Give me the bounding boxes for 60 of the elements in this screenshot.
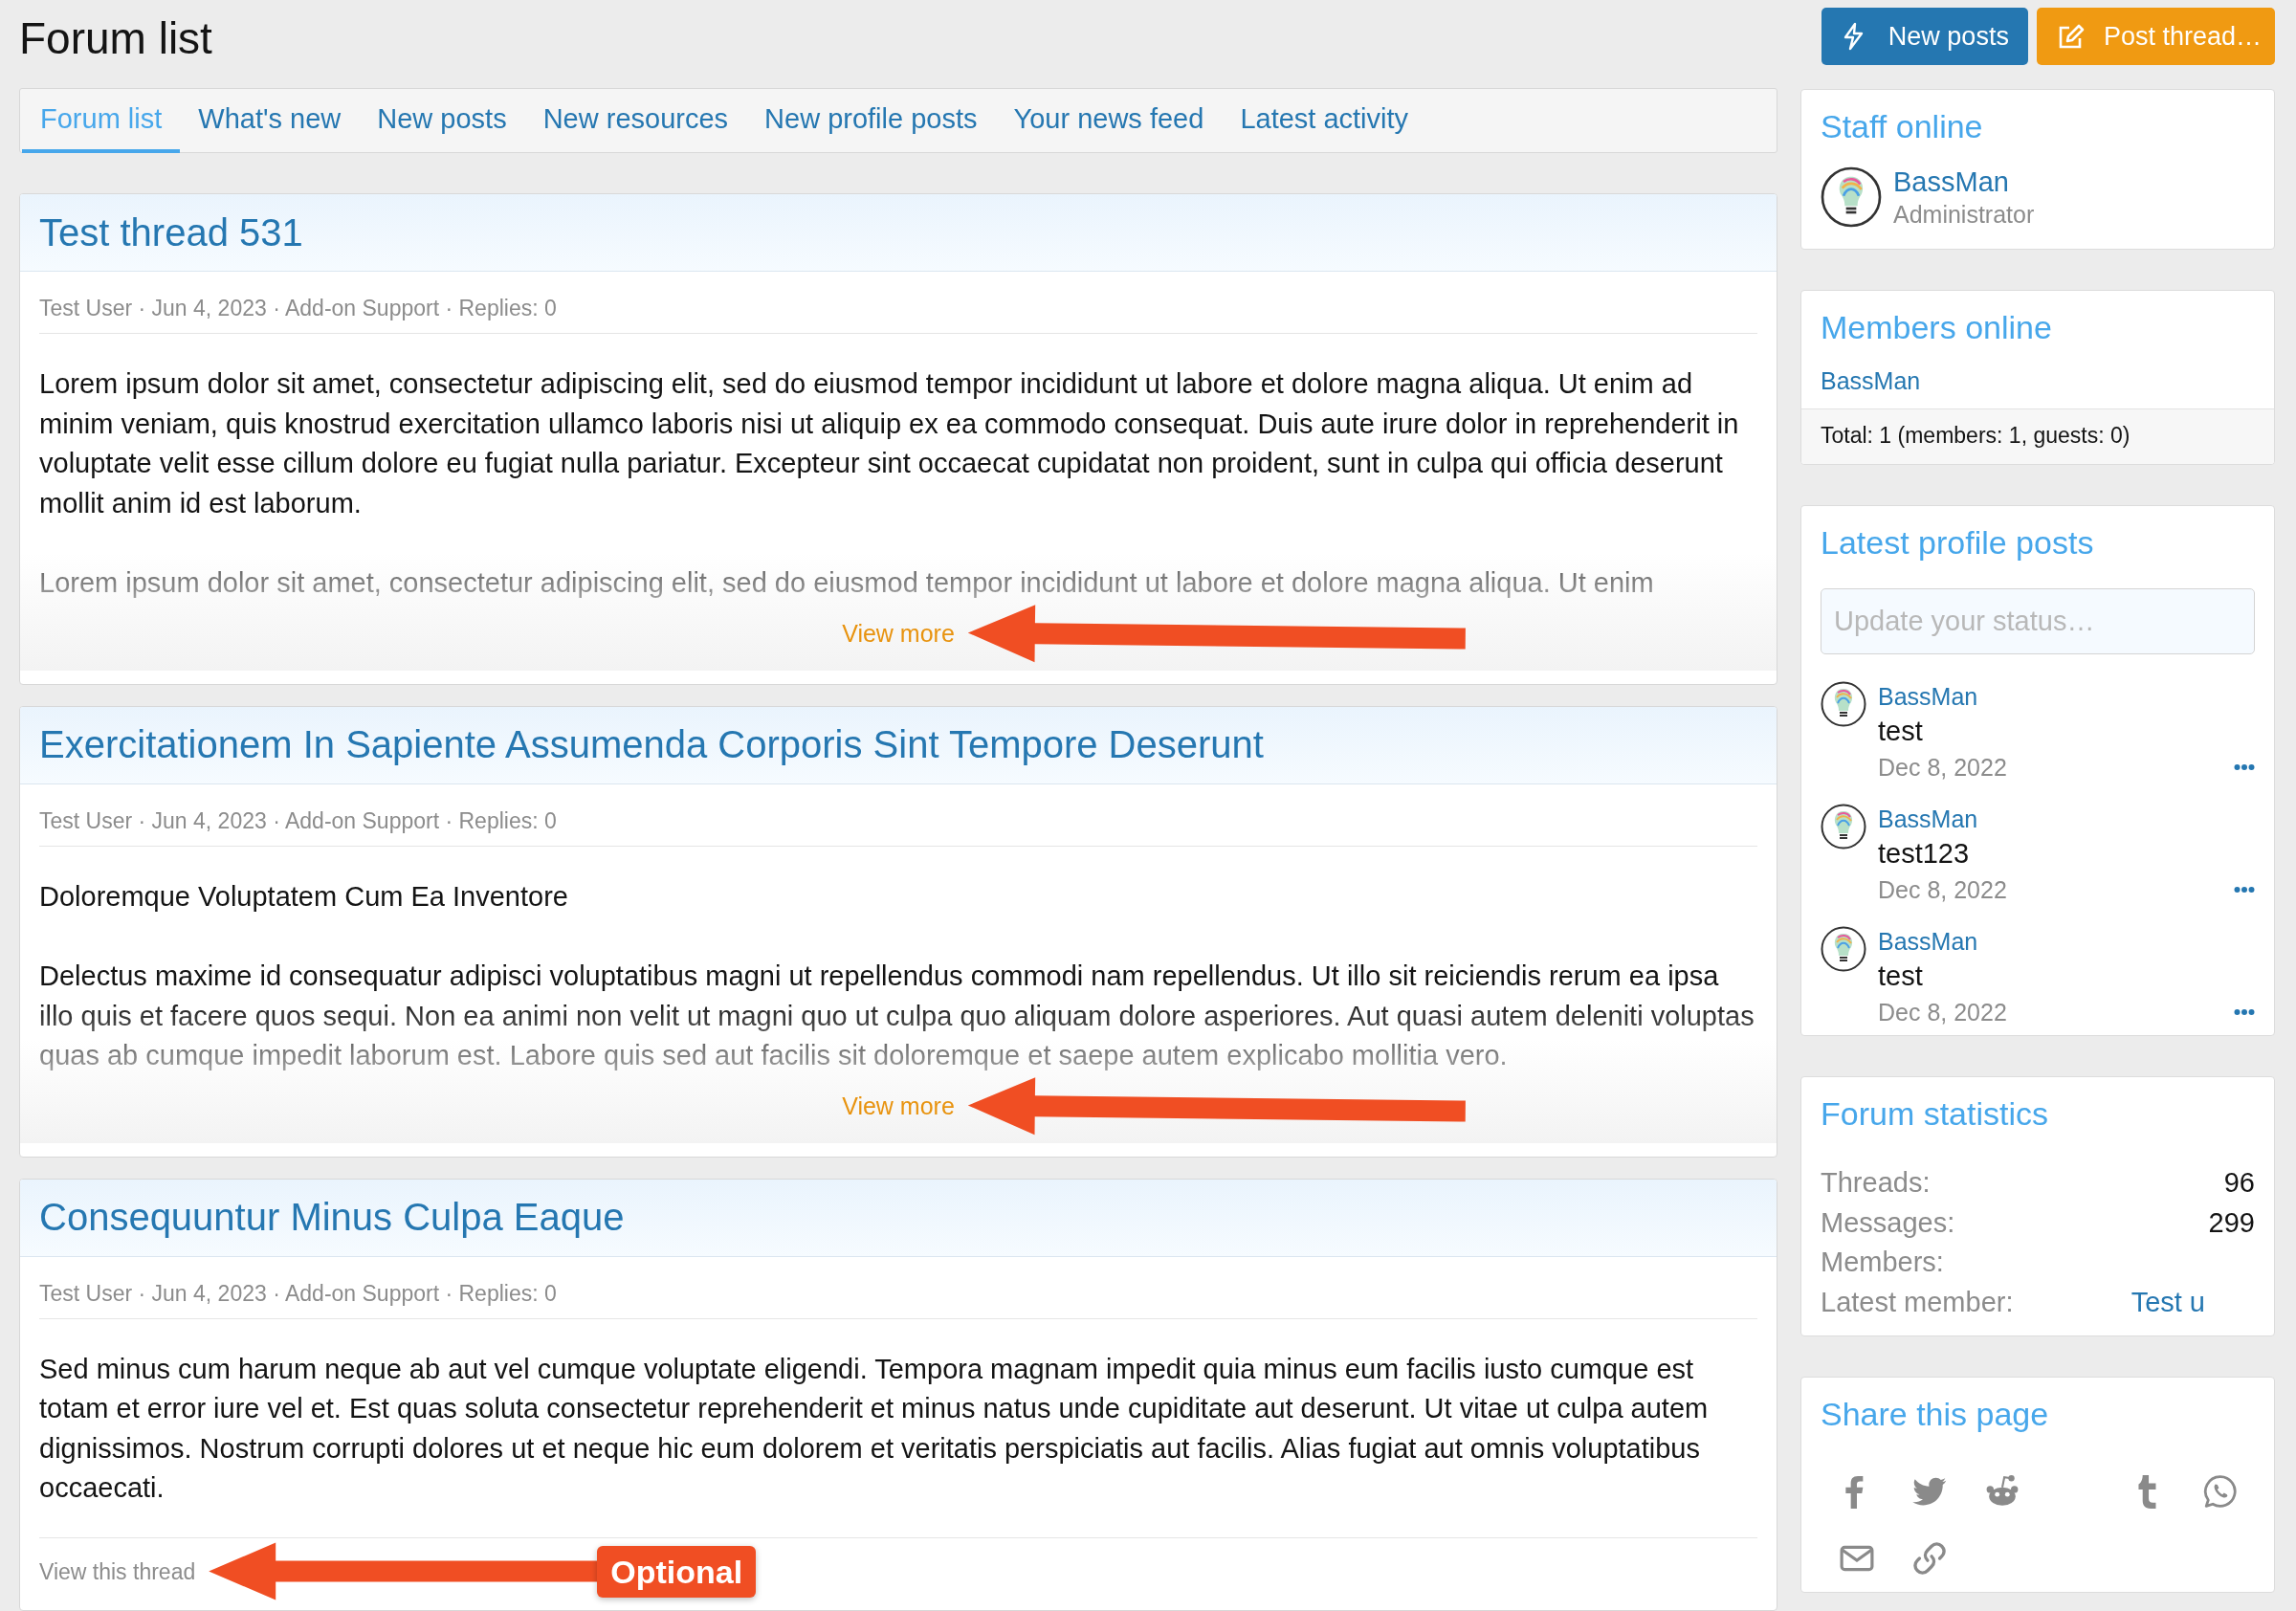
thread-title[interactable]: Test thread 531 (39, 210, 303, 254)
stat-label: Messages: (1821, 1205, 1956, 1240)
view-more-link[interactable]: View more (842, 1091, 955, 1120)
profile-post-text: test (1878, 715, 1924, 748)
status-field[interactable]: Update your status… (1821, 588, 2255, 654)
avatar (1821, 926, 1866, 972)
post-date: Dec 8, 2022 (1878, 998, 2007, 1027)
post-text: Doloremque Voluptatem Cum Ea Inventore (39, 879, 569, 914)
avatar (1821, 804, 1866, 850)
post-meta: Test User · Jun 4, 2023 · Add-on Support · Replies: 0 (39, 1256, 1757, 1319)
nav-tab[interactable]: Forum list (22, 89, 181, 153)
user-role: Administrator (1893, 200, 2035, 230)
view-thread-link[interactable]: View this thread (39, 1558, 196, 1584)
profile-post-text: test123 (1878, 837, 1971, 871)
panel-title: Forum statistics (1820, 1094, 2050, 1134)
user-name-link[interactable]: BassMan (1893, 165, 2035, 199)
more-options-icon[interactable] (2234, 1008, 2255, 1016)
nav-tab[interactable]: New profile posts (746, 89, 996, 153)
nav-tab[interactable]: Latest activity (1222, 89, 1427, 153)
stat-label: Members: (1821, 1246, 1945, 1279)
nav-tab[interactable]: New resources (524, 89, 747, 153)
post-date: Dec 8, 2022 (1878, 753, 2007, 783)
thread-title[interactable]: Consequuntur Minus Culpa Eaque (39, 1196, 625, 1239)
robot-head-icon[interactable] (1985, 1474, 2020, 1509)
avatar (1821, 681, 1866, 727)
panel-title: Latest profile posts (1820, 523, 2095, 563)
user-name-link[interactable]: BassMan (1878, 926, 2255, 957)
more-options-icon[interactable] (2234, 886, 2255, 894)
nav-tab[interactable]: Your news feed (995, 89, 1223, 153)
thread-title[interactable]: Exercitationem In Sapiente Assumenda Corporis Sint Tempore Deserunt (39, 723, 1264, 766)
post-text: Lorem ipsum dolor sit amet, consectetur adipiscing elit, sed do eiusmod tempor incididunt ut labore et dolore magna aliqua. Ut enim ad minim veniam, quis knostrud exercitation ullamco laboris nisi ut aliquip ex ea commodo consequat. Duis aute irure dolor in reprehenderit in voluptate velit esse cillum dolore eu fugiat nulla pariatur. Excepteur sint occaecat cupidatat non proident, sunt in culpa qui officia deserunt mollit anim id est laborum. (39, 367, 1740, 520)
post-text: Delectus maxime id consequatur adipisci voluptatibus magni ut repellendus commodi nam repellendus. Ut illo sit reiciendis rerum ea ipsa illo quis et facere quos sequi. Non ea animi non velit ut magni quo ut culpa quo aliquam dolore asperiores. Aut quasi autem deleniti voluptas quas ab cumque impedit laborum est. Labore quis sed aut facilis sit doloremque et saepe autem explicabo mollitia vero. (39, 960, 1755, 1072)
chat-phone-icon[interactable] (2203, 1474, 2238, 1509)
online-total: Total: 1 (members: 1, guests: 0) (1801, 408, 2274, 464)
stat-label: Latest member: (1821, 1285, 2014, 1319)
post-text: Sed minus cum harum neque ab aut vel cumque voluptate eligendi. Tempora magnam impedit quia minus eum facilis iusto cumque est totam et error iure vel et. Est quas soluta consectetur reprehenderit et minus natus unde cupiditate aut deserunt. Ut vitae ut culpa autem dignissimos. Nostrum corrupti dolores ut et neque hic eum dolorem et veritatis perspiciatis aut facilis. Alias fugiat aut omnis voluptatibus occaecati. (39, 1352, 1710, 1505)
stat-value: 96 (2223, 1167, 2255, 1198)
panel-title: Staff online (1820, 107, 1984, 146)
post-text: Lorem ipsum dolor sit amet, consectetur adipiscing elit, sed do eiusmod tempor incididunt ut labore et dolore magna aliqua. Ut enim (39, 566, 1655, 600)
view-more-link[interactable]: View more (842, 618, 955, 648)
more-options-icon[interactable] (2234, 763, 2255, 771)
panel-title: Members online (1820, 308, 2053, 347)
stat-value: 299 (2208, 1206, 2255, 1238)
page-title: Forum list (19, 12, 213, 65)
post-meta: Test User · Jun 4, 2023 · Add-on Support · Replies: 0 (39, 783, 1757, 847)
post-date: Dec 8, 2022 (1878, 875, 2007, 905)
user-name-link[interactable]: BassMan (1821, 367, 2255, 395)
user-name-link[interactable]: BassMan (1878, 681, 2255, 712)
user-name-link[interactable]: BassMan (1878, 804, 2255, 834)
annotation-label: Optional (597, 1545, 757, 1598)
post-thread-button[interactable]: Post thread… (2036, 8, 2275, 65)
panel-title: Share this page (1820, 1395, 2050, 1434)
new-posts-button[interactable]: New posts (1821, 8, 2028, 65)
stat-label: Threads: (1821, 1166, 1932, 1200)
avatar (1821, 166, 1882, 228)
link-icon[interactable] (1912, 1541, 1947, 1576)
member-link[interactable]: Test u (2130, 1286, 2255, 1317)
nav-tab[interactable]: What's new (180, 89, 360, 153)
profile-post-text: test (1878, 960, 1924, 993)
nav-tab[interactable]: New posts (359, 89, 525, 153)
